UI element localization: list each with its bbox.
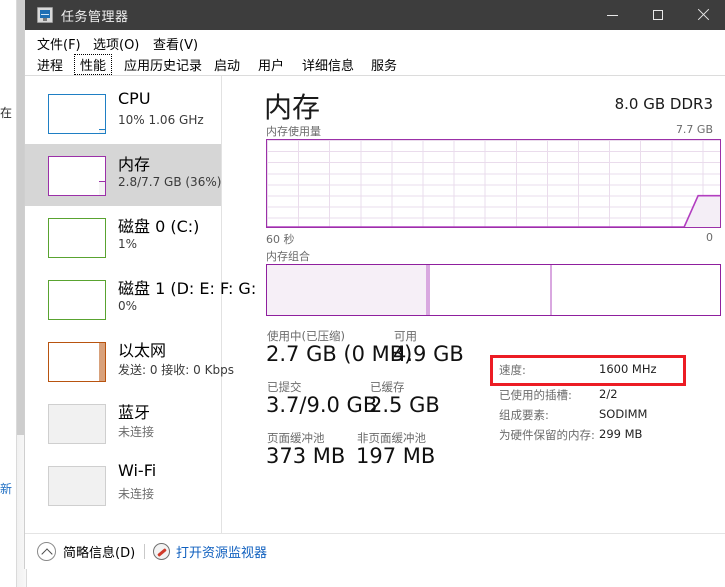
detail-label-form-factor: 组成要素: xyxy=(499,408,549,422)
sidebar-item-cpu-title: CPU xyxy=(118,89,151,108)
stat-value-available: 4.9 GB xyxy=(393,342,464,366)
resource-monitor-icon xyxy=(153,543,170,560)
page-title: 内存 xyxy=(264,91,321,124)
usage-graph-x-left: 60 秒 xyxy=(266,233,295,246)
status-bar: 简略信息(D) 打开资源监视器 xyxy=(25,533,725,569)
speed-highlight-box xyxy=(490,355,686,386)
sidebar-item-wifi-subtitle: 未连接 xyxy=(118,487,155,501)
detail-value-slots-used: 2/2 xyxy=(599,387,618,401)
minimize-button[interactable] xyxy=(590,0,635,30)
usage-graph-y-max: 7.7 GB xyxy=(675,123,713,136)
maximize-button[interactable] xyxy=(635,0,680,30)
stat-value-committed: 3.7/9.0 GB xyxy=(266,393,378,417)
fewer-details-label: 简略信息(D) xyxy=(63,546,136,561)
sidebar-item-cpu[interactable]: CPU 10% 1.06 GHz xyxy=(25,82,221,144)
sidebar-item-disk1-subtitle: 0% xyxy=(118,299,138,313)
background-scrollbar-thumb[interactable] xyxy=(17,0,24,435)
composition-divider-1 xyxy=(425,265,430,315)
wifi-thumbnail-graph xyxy=(48,466,106,506)
sidebar-item-disk0-subtitle: 1% xyxy=(118,237,138,251)
sidebar-item-bluetooth[interactable]: 蓝牙 未连接 xyxy=(25,392,221,454)
disk0-thumbnail-graph xyxy=(48,218,106,258)
menu-item-view[interactable]: 查看(V) xyxy=(153,34,198,53)
sidebar-item-wifi[interactable]: Wi-Fi 未连接 xyxy=(25,454,221,516)
sidebar-item-disk1[interactable]: 磁盘 1 (D: E: F: G: 0% xyxy=(25,268,256,330)
tab-performance[interactable]: 性能 xyxy=(74,54,113,75)
background-text-fragment-bottom: 新 xyxy=(0,482,13,496)
memory-detail-pane: 内存 8.0 GB DDR3 内存使用量 7.7 GB 60 秒 0 内存组合 xyxy=(222,76,725,533)
resource-sidebar: CPU 10% 1.06 GHz 内存 2.8/7.7 GB (36%) 磁盘 … xyxy=(25,76,256,533)
chevron-up-icon xyxy=(37,542,56,561)
menu-item-file[interactable]: 文件(F) xyxy=(37,34,81,53)
footer-separator xyxy=(144,544,145,559)
sidebar-item-memory-subtitle: 2.8/7.7 GB (36%) xyxy=(118,175,222,189)
stat-value-cached: 2.5 GB xyxy=(369,393,440,417)
memory-usage-graph[interactable] xyxy=(266,139,721,228)
memory-thumbnail-graph xyxy=(48,156,106,196)
tab-details[interactable]: 详细信息 xyxy=(296,54,360,75)
tab-app-history[interactable]: 应用历史记录 xyxy=(118,54,208,75)
menu-item-options[interactable]: 选项(O) xyxy=(93,34,139,53)
sidebar-item-wifi-title: Wi-Fi xyxy=(118,461,157,480)
sidebar-item-ethernet[interactable]: 以太网 发送: 0 接收: 0 Kbps xyxy=(25,330,234,392)
composition-label: 内存组合 xyxy=(266,250,310,263)
bluetooth-thumbnail-graph xyxy=(48,404,106,444)
stat-value-nonpaged-pool: 197 MB xyxy=(356,444,436,468)
memory-capacity-label: 8.0 GB DDR3 xyxy=(614,95,713,113)
detail-label-hw-reserved: 为硬件保留的内存: xyxy=(499,428,595,442)
disk1-thumbnail-graph xyxy=(48,280,106,320)
usage-graph-label: 内存使用量 xyxy=(266,125,321,138)
fewer-details-button[interactable]: 简略信息(D) xyxy=(37,542,135,561)
detail-label-slots-used: 已使用的插槽: xyxy=(499,388,572,402)
close-icon xyxy=(697,9,709,21)
task-manager-window: 任务管理器 文件(F) 选项(O) 查看(V) 进程 性能 应用历史记录 启动 … xyxy=(25,0,725,569)
tab-strip: 进程 性能 应用历史记录 启动 用户 详细信息 服务 xyxy=(25,53,725,76)
background-text-fragment-top: 在 xyxy=(0,106,13,120)
memory-composition-bar[interactable] xyxy=(266,264,721,316)
task-manager-icon xyxy=(37,7,53,23)
cpu-thumbnail-graph xyxy=(48,94,106,134)
sidebar-item-memory[interactable]: 内存 2.8/7.7 GB (36%) xyxy=(25,144,221,206)
sidebar-item-disk0-title: 磁盘 0 (C:) xyxy=(118,217,200,236)
detail-value-hw-reserved: 299 MB xyxy=(599,427,643,441)
minimize-icon xyxy=(607,14,618,16)
sidebar-item-ethernet-title: 以太网 xyxy=(118,341,167,360)
tab-processes[interactable]: 进程 xyxy=(31,54,69,75)
open-resource-monitor-label: 打开资源监视器 xyxy=(176,546,268,561)
close-button[interactable] xyxy=(680,0,725,30)
open-resource-monitor-link[interactable]: 打开资源监视器 xyxy=(153,542,267,561)
window-title: 任务管理器 xyxy=(61,10,129,25)
ethernet-thumbnail-graph xyxy=(48,342,106,382)
composition-divider-2 xyxy=(550,265,552,315)
stat-value-paged-pool: 373 MB xyxy=(266,444,346,468)
composition-in-use-segment xyxy=(267,265,426,315)
content-area: CPU 10% 1.06 GHz 内存 2.8/7.7 GB (36%) 磁盘 … xyxy=(25,76,725,533)
detail-value-form-factor: SODIMM xyxy=(599,407,648,421)
menu-bar: 文件(F) 选项(O) 查看(V) xyxy=(25,30,725,53)
tab-users[interactable]: 用户 xyxy=(252,54,290,75)
tab-services[interactable]: 服务 xyxy=(365,54,403,75)
tab-startup[interactable]: 启动 xyxy=(208,54,246,75)
sidebar-item-cpu-subtitle: 10% 1.06 GHz xyxy=(118,113,204,127)
stat-value-in-use: 2.7 GB (0 MB) xyxy=(266,342,413,366)
maximize-icon xyxy=(652,10,663,20)
memory-usage-area xyxy=(267,140,720,227)
sidebar-item-bluetooth-subtitle: 未连接 xyxy=(118,425,155,439)
sidebar-item-ethernet-subtitle: 发送: 0 接收: 0 Kbps xyxy=(118,363,234,377)
sidebar-item-memory-title: 内存 xyxy=(118,155,151,174)
sidebar-item-disk0[interactable]: 磁盘 0 (C:) 1% xyxy=(25,206,221,268)
title-bar[interactable]: 任务管理器 xyxy=(25,0,725,30)
usage-graph-x-right: 0 xyxy=(706,231,713,244)
sidebar-item-bluetooth-title: 蓝牙 xyxy=(118,403,151,422)
